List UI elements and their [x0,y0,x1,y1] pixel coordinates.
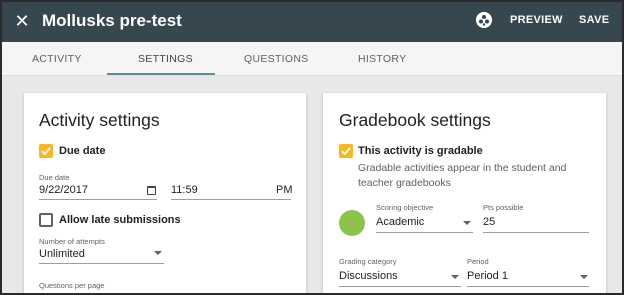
due-date-underline [39,199,157,200]
due-date-checkbox[interactable] [39,144,53,158]
app-window: ✕ Mollusks pre-test PREVIEW SAVE ACTIVIT… [0,0,624,295]
due-time-input[interactable]: 11:59 [171,184,198,196]
period-select[interactable]: Period 1 [467,270,508,282]
chevron-down-icon[interactable] [580,275,588,279]
gradebook-settings-title: Gradebook settings [339,110,491,130]
tab-questions[interactable]: QUESTIONS [244,53,309,65]
save-button[interactable]: SAVE [579,14,609,26]
calendar-icon[interactable] [147,186,156,195]
due-date-field-label: Due date [39,173,70,182]
due-date-label: Due date [59,145,106,157]
period-underline [467,286,589,287]
allow-late-checkbox[interactable] [39,213,53,227]
period-label: Period [467,257,489,266]
active-tab-indicator [107,73,215,75]
tab-activity[interactable]: ACTIVITY [32,53,82,65]
pts-possible-input[interactable]: 25 [483,216,495,228]
pts-possible-label: Pts possible [483,203,524,212]
allow-late-label: Allow late submissions [59,214,181,226]
page-title: Mollusks pre-test [42,11,182,30]
close-icon[interactable]: ✕ [12,11,32,31]
scoring-objective-color-dot [339,210,365,236]
scoring-objective-underline [376,232,473,233]
gradable-helper-text: Gradable activities appear in the studen… [358,162,567,189]
chevron-down-icon[interactable] [451,275,459,279]
due-date-input[interactable]: 9/22/2017 [39,184,88,196]
chevron-down-icon[interactable] [463,221,471,225]
due-time-ampm[interactable]: PM [276,184,293,196]
top-app-bar: ✕ Mollusks pre-test PREVIEW SAVE [2,2,622,42]
questions-per-page-label: Questions per page [39,281,105,290]
pts-possible-underline [483,232,589,233]
preview-button[interactable]: PREVIEW [510,14,563,26]
gradable-label: This activity is gradable [358,145,483,157]
grading-category-label: Grading category [339,257,397,266]
tab-bar: ACTIVITY SETTINGS QUESTIONS HISTORY [2,42,622,76]
attempts-underline [39,263,164,264]
scoring-objective-label: Scoring objective [376,203,434,212]
activity-settings-card: Activity settings Due date Due date 9/22… [24,93,306,293]
attempts-select[interactable]: Unlimited [39,248,85,260]
due-time-underline [171,199,291,200]
tab-history[interactable]: HISTORY [358,53,406,65]
grading-category-underline [339,286,461,287]
gradebook-settings-card: Gradebook settings This activity is grad… [323,93,606,293]
grading-category-select[interactable]: Discussions [339,270,398,282]
scoring-objective-select[interactable]: Academic [376,216,424,228]
tab-settings[interactable]: SETTINGS [138,53,193,65]
avatar-icon[interactable] [476,12,492,28]
attempts-label: Number of attempts [39,237,105,246]
gradable-checkbox[interactable] [339,144,353,158]
chevron-down-icon[interactable] [154,251,162,255]
activity-settings-title: Activity settings [39,110,160,130]
